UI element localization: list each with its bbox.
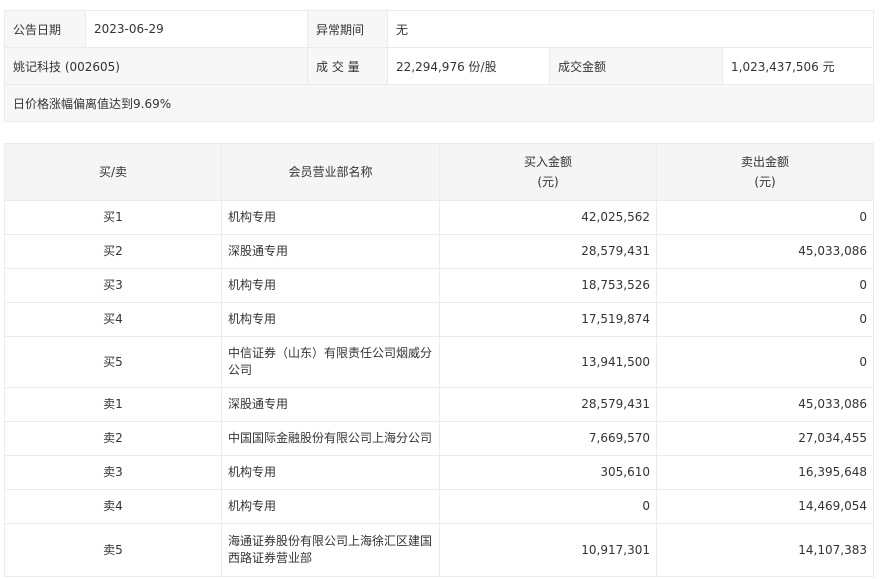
header-buy-title: 买入金额 bbox=[523, 155, 572, 169]
row-buy-amount: 28,579,431 bbox=[439, 234, 657, 269]
row-sell-amount: 27,034,455 bbox=[656, 421, 874, 456]
row-buy-amount: 0 bbox=[439, 489, 657, 524]
table-row: 卖3 机构专用 305,610 16,395,648 bbox=[4, 455, 874, 490]
row-buy-amount: 28,579,431 bbox=[439, 387, 657, 422]
trading-seats-table: 买/卖 会员营业部名称 买入金额 (元) 卖出金额 (元) 买1 机构专用 42… bbox=[4, 143, 874, 577]
header-sell: 卖出金额 (元) bbox=[656, 143, 874, 201]
abnormal-period-label: 异常期间 bbox=[307, 10, 388, 48]
row-side: 卖3 bbox=[4, 455, 222, 490]
row-side: 卖5 bbox=[4, 523, 222, 577]
header-side: 买/卖 bbox=[4, 143, 222, 201]
row-sell-amount: 0 bbox=[656, 268, 874, 303]
info-row-date: 公告日期 2023-06-29 异常期间 无 bbox=[4, 10, 875, 48]
row-dept: 深股通专用 bbox=[221, 387, 440, 422]
table-row: 买2 深股通专用 28,579,431 45,033,086 bbox=[4, 234, 874, 269]
row-dept: 海通证券股份有限公司上海徐汇区建国西路证券营业部 bbox=[221, 523, 440, 577]
table-header-row: 买/卖 会员营业部名称 买入金额 (元) 卖出金额 (元) bbox=[4, 143, 874, 201]
info-row-reason: 日价格涨幅偏离值达到9.69% bbox=[3, 84, 875, 122]
table-row: 买1 机构专用 42,025,562 0 bbox=[4, 200, 874, 235]
row-side: 卖1 bbox=[4, 387, 222, 422]
row-side: 买4 bbox=[4, 302, 222, 337]
row-buy-amount: 18,753,526 bbox=[439, 268, 657, 303]
header-buy-unit: (元) bbox=[537, 175, 559, 189]
table-row: 卖2 中国国际金融股份有限公司上海分公司 7,669,570 27,034,45… bbox=[4, 421, 874, 456]
row-dept: 机构专用 bbox=[221, 302, 440, 337]
row-buy-amount: 17,519,874 bbox=[439, 302, 657, 337]
row-sell-amount: 14,469,054 bbox=[656, 489, 874, 524]
row-dept: 深股通专用 bbox=[221, 234, 440, 269]
row-side: 买3 bbox=[4, 268, 222, 303]
turnover-label: 成交金额 bbox=[549, 47, 723, 85]
row-sell-amount: 0 bbox=[656, 336, 874, 388]
volume-label: 成 交 量 bbox=[307, 47, 388, 85]
header-buy: 买入金额 (元) bbox=[439, 143, 657, 201]
abnormal-period-value: 无 bbox=[386, 10, 875, 48]
turnover-value: 1,023,437,506 元 bbox=[721, 47, 875, 85]
info-row-volume: 姚记科技 (002605) 成 交 量 22,294,976 份/股 成交金额 … bbox=[4, 47, 875, 85]
row-buy-amount: 42,025,562 bbox=[439, 200, 657, 235]
row-dept: 机构专用 bbox=[221, 200, 440, 235]
row-dept: 机构专用 bbox=[221, 455, 440, 490]
header-dept: 会员营业部名称 bbox=[221, 143, 440, 201]
row-dept: 中国国际金融股份有限公司上海分公司 bbox=[221, 421, 440, 456]
table-row: 买3 机构专用 18,753,526 0 bbox=[4, 268, 874, 303]
header-sell-unit: (元) bbox=[754, 175, 776, 189]
row-side: 买2 bbox=[4, 234, 222, 269]
announcement-date-value: 2023-06-29 bbox=[85, 10, 308, 48]
row-sell-amount: 45,033,086 bbox=[656, 234, 874, 269]
row-dept: 机构专用 bbox=[221, 489, 440, 524]
row-sell-amount: 0 bbox=[656, 200, 874, 235]
row-sell-amount: 45,033,086 bbox=[656, 387, 874, 422]
row-side: 卖4 bbox=[4, 489, 222, 524]
stock-name: 姚记科技 (002605) bbox=[4, 47, 308, 85]
table-row: 买5 中信证券（山东）有限责任公司烟威分公司 13,941,500 0 bbox=[4, 336, 874, 388]
row-side: 买1 bbox=[4, 200, 222, 235]
row-buy-amount: 305,610 bbox=[439, 455, 657, 490]
header-sell-title: 卖出金额 bbox=[740, 155, 789, 169]
announcement-date-label: 公告日期 bbox=[4, 10, 86, 48]
table-row: 卖5 海通证券股份有限公司上海徐汇区建国西路证券营业部 10,917,301 1… bbox=[4, 523, 874, 577]
row-side: 买5 bbox=[4, 336, 222, 388]
row-sell-amount: 0 bbox=[656, 302, 874, 337]
row-sell-amount: 14,107,383 bbox=[656, 523, 874, 577]
row-side: 卖2 bbox=[4, 421, 222, 456]
listing-reason: 日价格涨幅偏离值达到9.69% bbox=[3, 84, 875, 122]
row-buy-amount: 13,941,500 bbox=[439, 336, 657, 388]
row-sell-amount: 16,395,648 bbox=[656, 455, 874, 490]
announcement-info-table: 公告日期 2023-06-29 异常期间 无 姚记科技 (002605) 成 交… bbox=[3, 10, 875, 122]
table-row: 卖1 深股通专用 28,579,431 45,033,086 bbox=[4, 387, 874, 422]
volume-value: 22,294,976 份/股 bbox=[387, 47, 550, 85]
table-row: 卖4 机构专用 0 14,469,054 bbox=[4, 489, 874, 524]
row-dept: 中信证券（山东）有限责任公司烟威分公司 bbox=[221, 336, 440, 388]
table-row: 买4 机构专用 17,519,874 0 bbox=[4, 302, 874, 337]
row-buy-amount: 7,669,570 bbox=[439, 421, 657, 456]
row-buy-amount: 10,917,301 bbox=[439, 523, 657, 577]
row-dept: 机构专用 bbox=[221, 268, 440, 303]
